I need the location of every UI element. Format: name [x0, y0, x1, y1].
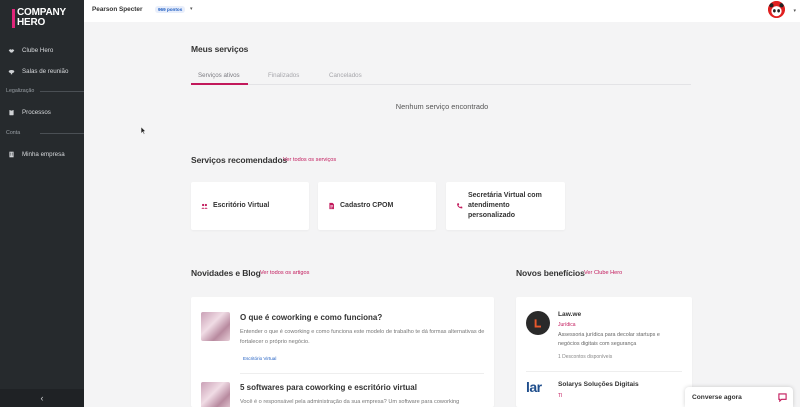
people-icon	[201, 203, 208, 209]
sidebar-item-minha-empresa[interactable]: Minha empresa	[0, 146, 84, 162]
handshake-icon	[0, 47, 22, 54]
see-all-services-link[interactable]: Ver todos os serviços	[283, 157, 336, 163]
post-tag[interactable]: Escritório Virtual	[243, 356, 276, 361]
tab-cancelados[interactable]: Cancelados	[329, 72, 362, 79]
benefit-description: Assessoria jurídica para decolar startup…	[558, 332, 660, 347]
logo-accent-bar	[12, 9, 15, 28]
points-badge: 969 pontos	[155, 6, 186, 13]
sidebar: COMPANY HERO Clube Hero Salas de reunião…	[0, 0, 84, 407]
sidebar-item-label: Clube Hero	[22, 46, 54, 54]
topbar: Pearson Specter 969 pontos ▾ ▾	[84, 0, 800, 22]
document-icon	[329, 202, 334, 210]
benefit-discounts: 1 Descontos disponíveis	[558, 354, 613, 360]
service-card-title: Escritório Virtual	[213, 202, 270, 209]
section-divider	[40, 91, 84, 92]
lawwe-logo[interactable]	[526, 311, 550, 335]
mouse-cursor-icon	[141, 127, 146, 135]
section-divider	[40, 133, 84, 134]
post-description: Você é o responsável pela administração …	[240, 399, 460, 405]
see-clube-hero-link[interactable]: Ver Clube Hero	[584, 270, 622, 276]
tab-finalizados[interactable]: Finalizados	[268, 72, 299, 79]
benefits-panel: Law.we Jurídica Assessoria jurídica para…	[516, 297, 692, 407]
benefits-title: Novos benefícios	[516, 268, 585, 278]
benefit-name[interactable]: Solarys Soluções Digitais	[558, 381, 639, 388]
tab-servicos-ativos[interactable]: Serviços ativos	[198, 72, 240, 79]
sidebar-item-salas-de-reuniao[interactable]: Salas de reunião	[0, 63, 84, 79]
sidebar-item-clube-hero[interactable]: Clube Hero	[0, 42, 84, 58]
post-divider	[240, 373, 484, 374]
sidebar-item-label: Minha empresa	[22, 150, 65, 158]
sidebar-item-label: Salas de reunião	[22, 67, 69, 75]
phone-icon	[457, 203, 463, 209]
post-description: Entender o que é coworking e como funcio…	[240, 329, 485, 345]
avatar[interactable]	[768, 1, 785, 18]
benefit-name[interactable]: Law.we	[558, 311, 581, 318]
services-title: Meus serviços	[191, 44, 249, 54]
active-tab-indicator	[191, 83, 248, 85]
chat-widget-button[interactable]: Converse agora	[685, 387, 793, 407]
service-card-escritorio-virtual[interactable]: Escritório Virtual	[191, 182, 309, 230]
user-menu-caret-icon[interactable]: ▾	[190, 6, 193, 12]
logo-text-line2: HERO	[17, 17, 46, 28]
post-thumbnail[interactable]	[201, 312, 230, 341]
building-icon	[0, 151, 22, 158]
post-thumbnail[interactable]	[201, 382, 230, 407]
benefit-category: TI	[558, 393, 563, 399]
benefit-divider	[526, 371, 682, 372]
blog-panel: O que é coworking e como funciona? Enten…	[191, 297, 494, 407]
collapse-sidebar-button[interactable]: ‹	[0, 389, 84, 407]
chat-label: Converse agora	[692, 393, 742, 401]
section-label-legalizacao: Legalização	[6, 88, 35, 94]
service-card-cadastro-cpom[interactable]: Cadastro CPOM	[318, 182, 436, 230]
services-tabs: Serviços ativos Finalizados Cancelados	[191, 71, 691, 85]
sidebar-item-label: Processos	[22, 108, 51, 116]
meeting-room-icon	[0, 68, 22, 75]
post-title[interactable]: O que é coworking e como funciona?	[240, 313, 382, 322]
chevron-left-icon: ‹	[40, 393, 44, 403]
chat-bubble-icon	[778, 393, 787, 402]
service-card-secretaria-virtual[interactable]: Secretária Virtual com atendimento perso…	[446, 182, 565, 230]
clipboard-icon	[0, 109, 22, 116]
company-hero-logo[interactable]: COMPANY HERO	[12, 8, 74, 30]
service-card-title: Secretária Virtual com atendimento perso…	[468, 192, 542, 219]
avatar-caret-icon[interactable]: ▾	[793, 8, 796, 14]
recommended-title: Serviços recomendados	[191, 155, 288, 165]
main-content: Meus serviços Serviços ativos Finalizado…	[84, 22, 800, 407]
solarys-logo[interactable]: lar	[526, 379, 542, 395]
post-title[interactable]: 5 softwares para coworking e escritório …	[240, 383, 417, 392]
section-label-conta: Conta	[6, 130, 21, 136]
see-all-articles-link[interactable]: Ver todos os artigos	[260, 270, 309, 276]
service-card-title: Cadastro CPOM	[340, 202, 394, 209]
sidebar-item-processos[interactable]: Processos	[0, 104, 84, 120]
blog-title: Novidades e Blog	[191, 268, 261, 278]
benefit-category: Jurídica	[558, 322, 576, 328]
user-name: Pearson Specter	[92, 6, 143, 13]
empty-services-message: Nenhum serviço encontrado	[395, 102, 489, 111]
